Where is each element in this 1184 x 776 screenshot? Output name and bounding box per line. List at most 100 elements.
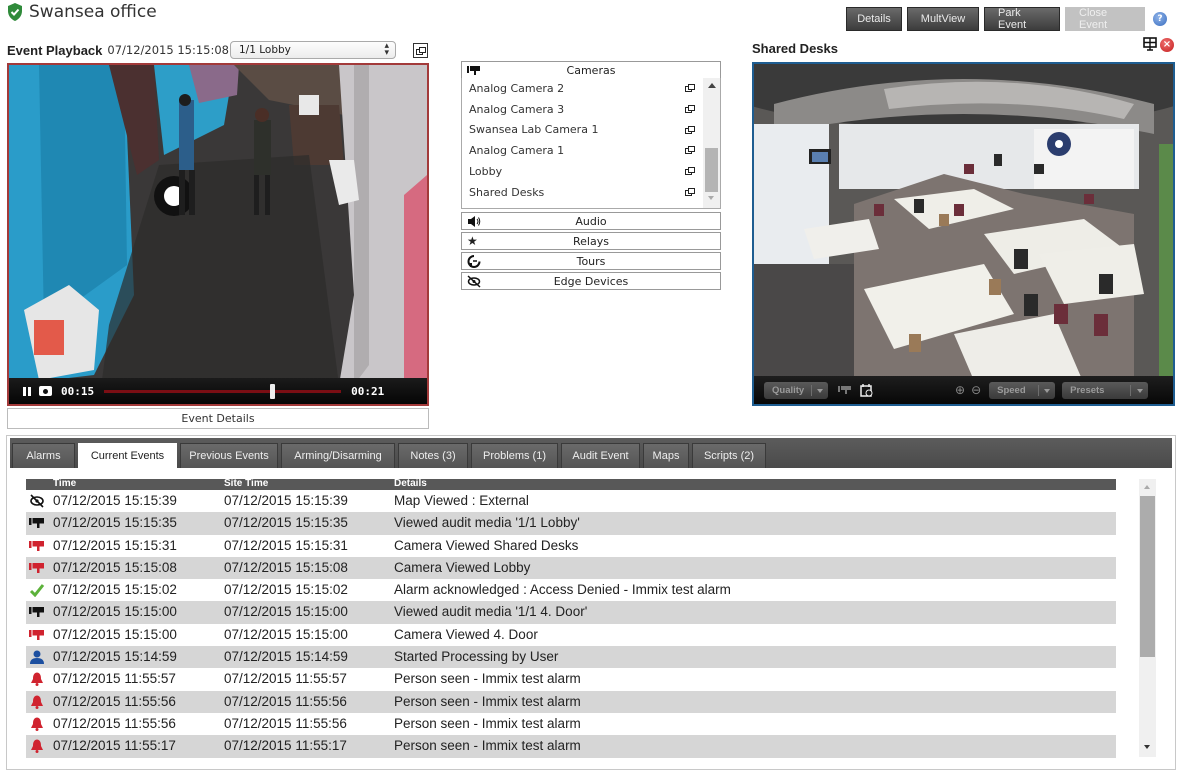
tab-audit-event[interactable]: Audit Event xyxy=(561,443,640,468)
shared-desks-camera-feed xyxy=(754,64,1173,404)
popout-icon[interactable] xyxy=(685,125,695,134)
multview-button[interactable]: MultView xyxy=(907,7,979,31)
speed-dropdown[interactable]: Speed xyxy=(989,381,1056,399)
table-row[interactable]: 07/12/2015 11:55:57 07/12/2015 11:55:57 Pe… xyxy=(26,668,1116,690)
tab-alarms[interactable]: Alarms xyxy=(12,443,75,468)
popout-icon[interactable] xyxy=(685,167,695,176)
event-details: Map Viewed : External xyxy=(394,493,529,508)
event-time: 07/12/2015 11:55:56 xyxy=(53,715,176,731)
help-icon[interactable]: ? xyxy=(1153,12,1167,26)
tab-notes-3[interactable]: Notes (3) xyxy=(398,443,468,468)
layout-grid-icon[interactable] xyxy=(1143,37,1157,51)
tab-problems-1[interactable]: Problems (1) xyxy=(471,443,558,468)
tab-current-events[interactable]: Current Events xyxy=(78,443,177,468)
event-details: Person seen - Immix test alarm xyxy=(394,671,581,687)
tours-header[interactable]: Tours xyxy=(461,252,721,270)
audio-label: Audio xyxy=(575,214,607,228)
event-site-time: 07/12/2015 11:55:17 xyxy=(224,738,347,754)
scroll-down-icon[interactable] xyxy=(708,196,714,200)
audio-header[interactable]: Audio xyxy=(461,212,721,230)
presets-dropdown[interactable]: Presets xyxy=(1062,381,1149,399)
table-row[interactable]: 07/12/2015 15:15:39 07/12/2015 15:15:39 Ma… xyxy=(26,490,1116,512)
table-row[interactable]: 07/12/2015 11:55:56 07/12/2015 11:55:56 Pe… xyxy=(26,713,1116,735)
scroll-thumb[interactable] xyxy=(1140,496,1155,657)
tab-scripts-2[interactable]: Scripts (2) xyxy=(692,443,766,468)
user-icon xyxy=(29,650,45,665)
edge-devices-header[interactable]: Edge Devices xyxy=(461,272,721,290)
camera-name: Lobby xyxy=(469,165,503,179)
table-row[interactable]: 07/12/2015 11:55:56 07/12/2015 11:55:56 Pe… xyxy=(26,690,1116,713)
camera-name: Analog Camera 2 xyxy=(469,81,565,95)
event-action-toolbar: Details MultView Park Event Close Event … xyxy=(846,7,1167,31)
tab-previous-events[interactable]: Previous Events xyxy=(180,443,278,468)
camera-list-item[interactable]: Lobby xyxy=(462,161,702,182)
ptz-camera-icon[interactable] xyxy=(838,384,852,396)
seek-bar[interactable] xyxy=(104,383,342,399)
event-details: Person seen - Immix test alarm xyxy=(394,693,581,709)
audio-section: Audio xyxy=(461,212,721,230)
camera-list-item[interactable]: Analog Camera 2 xyxy=(462,78,702,99)
tab-maps[interactable]: Maps xyxy=(643,443,689,468)
table-row[interactable]: 07/12/2015 15:15:00 07/12/2015 15:15:00 Ca… xyxy=(26,624,1116,646)
events-table-header: Time Site Time Details xyxy=(26,478,1116,490)
playback-popout-button[interactable] xyxy=(413,43,428,58)
popout-icon[interactable] xyxy=(685,187,695,196)
events-scrollbar[interactable] xyxy=(1139,479,1156,757)
cameras-header[interactable]: Cameras xyxy=(461,61,721,79)
popout-icon[interactable] xyxy=(685,104,695,113)
scroll-up-icon[interactable] xyxy=(1144,485,1150,489)
zoom-out-icon[interactable]: ⊖ xyxy=(971,383,981,397)
camera-name: Shared Desks xyxy=(469,185,545,199)
pause-icon[interactable] xyxy=(23,386,31,396)
camera-list-item[interactable]: Swansea Lab Camera 1 xyxy=(462,120,702,141)
close-event-button[interactable]: Close Event xyxy=(1065,7,1145,31)
event-details-button[interactable]: Event Details xyxy=(7,408,429,429)
popout-icon[interactable] xyxy=(685,146,695,155)
popout-icon[interactable] xyxy=(685,84,695,92)
quality-dropdown[interactable]: Quality xyxy=(764,381,828,399)
details-button[interactable]: Details xyxy=(846,7,902,31)
park-event-button[interactable]: Park Event xyxy=(984,7,1060,31)
snapshot-camera-icon[interactable] xyxy=(39,386,52,396)
column-details[interactable]: Details xyxy=(394,478,427,489)
relays-header[interactable]: ★ Relays xyxy=(461,232,721,250)
bell-icon xyxy=(29,739,45,754)
event-site-time: 07/12/2015 15:14:59 xyxy=(224,649,348,665)
scroll-up-icon[interactable] xyxy=(708,83,716,88)
calendar-clock-icon[interactable] xyxy=(860,383,873,397)
seek-handle[interactable] xyxy=(270,383,276,399)
tab-arming-disarming[interactable]: Arming/Disarming xyxy=(281,443,395,468)
event-site-time: 07/12/2015 11:55:56 xyxy=(224,715,347,731)
camera-list-item[interactable]: Analog Camera 1 xyxy=(462,140,702,161)
table-row[interactable]: 07/12/2015 15:15:31 07/12/2015 15:15:31 Ca… xyxy=(26,535,1116,557)
table-row[interactable]: 07/12/2015 11:55:17 07/12/2015 11:55:17 Pe… xyxy=(26,735,1116,758)
camera-red-icon xyxy=(29,561,45,575)
edge-device-icon xyxy=(467,275,481,288)
scroll-down-icon[interactable] xyxy=(1144,745,1150,749)
column-time[interactable]: Time xyxy=(53,478,76,489)
live-video[interactable]: Quality ⊕ ⊖ Speed Presets xyxy=(752,62,1175,406)
camera-list-item[interactable]: Shared Desks xyxy=(462,182,702,203)
table-row[interactable]: 07/12/2015 15:15:35 07/12/2015 15:15:35 Vi… xyxy=(26,512,1116,535)
event-details: Camera Viewed Shared Desks xyxy=(394,537,579,553)
camera-list-item[interactable]: Analog Camera 3 xyxy=(462,99,702,120)
table-row[interactable]: 07/12/2015 15:14:59 07/12/2015 15:14:59 St… xyxy=(26,646,1116,669)
chevron-down-icon xyxy=(817,388,823,393)
tours-section: Tours xyxy=(461,252,721,270)
table-row[interactable]: 07/12/2015 15:15:02 07/12/2015 15:15:02 Al… xyxy=(26,579,1116,601)
event-time: 07/12/2015 15:15:35 xyxy=(53,515,177,531)
event-details: Started Processing by User xyxy=(394,649,559,665)
playback-controls: 00:15 00:21 xyxy=(9,378,427,404)
camera-list-scrollbar[interactable] xyxy=(703,78,720,208)
table-row[interactable]: 07/12/2015 15:15:00 07/12/2015 15:15:00 Vi… xyxy=(26,601,1116,624)
scroll-thumb[interactable] xyxy=(705,148,718,192)
chevron-down-icon xyxy=(1137,388,1144,393)
table-row[interactable]: 07/12/2015 15:15:08 07/12/2015 15:15:08 Ca… xyxy=(26,556,1116,580)
tours-label: Tours xyxy=(576,254,606,268)
event-site-time: 07/12/2015 15:15:35 xyxy=(224,515,348,531)
playback-video[interactable]: 00:15 00:21 xyxy=(7,63,429,406)
close-camera-icon[interactable]: × xyxy=(1160,38,1174,52)
zoom-in-icon[interactable]: ⊕ xyxy=(955,383,965,397)
playback-camera-select[interactable]: 1/1 Lobby ▴ ▾ xyxy=(230,41,396,59)
column-site-time[interactable]: Site Time xyxy=(224,478,268,489)
